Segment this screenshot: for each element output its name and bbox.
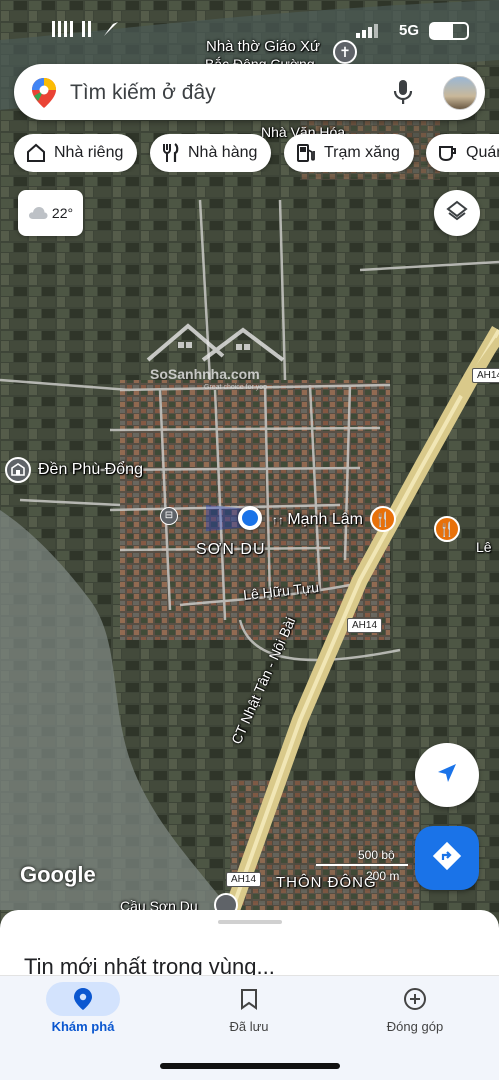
- chip-gas-station[interactable]: Trạm xăng: [284, 134, 414, 172]
- restaurant-pin-icon-2[interactable]: 🍴: [434, 516, 460, 542]
- clock-digits: [52, 21, 118, 37]
- status-time: [52, 18, 126, 46]
- bottom-sheet[interactable]: Tin mới nhất trong vùng...: [0, 910, 499, 980]
- nav-explore[interactable]: Khám phá: [0, 976, 166, 1046]
- restaurant-icon: [162, 143, 180, 163]
- layers-button[interactable]: [434, 190, 480, 236]
- google-logo: Google: [20, 862, 96, 887]
- scale-metric: 200 m: [366, 869, 400, 883]
- nav-contribute-label: Đóng góp: [386, 1019, 444, 1034]
- restaurant-name: Mạnh Lâm: [287, 511, 363, 528]
- watermark-logo: SoSanhnha.com Great choice for you: [138, 320, 288, 395]
- signal-icon: [356, 24, 380, 43]
- home-indicator[interactable]: [160, 1063, 340, 1069]
- road-shield-2[interactable]: AH14: [347, 618, 383, 633]
- nav-contribute[interactable]: Đóng góp: [332, 976, 498, 1046]
- cloud-icon: [28, 206, 48, 220]
- road-shield-3[interactable]: AH14: [226, 872, 262, 887]
- nav-explore-label: Khám phá: [51, 1019, 115, 1034]
- watermark-text: SoSanhnha.com: [150, 366, 260, 382]
- cafe-icon: [438, 143, 458, 163]
- scale-bar: [316, 864, 408, 866]
- map-label-commune: SƠN DU: [196, 541, 266, 558]
- mic-icon[interactable]: [393, 79, 413, 110]
- map-label-restaurant[interactable]: ↑↑ Mạnh Lâm: [272, 511, 363, 529]
- scale-imperial: 500 bộ: [358, 848, 395, 862]
- house-logo-icon: [146, 323, 285, 362]
- search-placeholder[interactable]: Tìm kiếm ở đây: [70, 81, 216, 105]
- chip-home[interactable]: Nhà riêng: [14, 134, 138, 172]
- status-bar: 5G: [0, 0, 499, 46]
- directions-icon: [432, 841, 462, 876]
- map-scale[interactable]: 500 bộ 200 m: [316, 848, 408, 888]
- search-bar[interactable]: Tìm kiếm ở đây: [14, 64, 485, 120]
- category-chips: Nhà riêng Nhà hàng Trạm xăng Quán: [14, 134, 499, 172]
- bookmark-icon: [212, 982, 286, 1016]
- map-label-right-edge: Lê: [476, 539, 492, 555]
- layers-icon: [445, 199, 469, 228]
- sheet-handle[interactable]: [218, 920, 282, 924]
- add-circle-icon: [378, 982, 452, 1016]
- chip-label: Nhà hàng: [188, 144, 258, 161]
- watermark-tagline: Great choice for you: [204, 384, 268, 391]
- chip-label: Quán: [466, 144, 499, 161]
- gas-station-icon: [296, 143, 316, 163]
- road-shield-1[interactable]: AH14: [472, 368, 499, 383]
- battery-icon: [429, 22, 469, 40]
- weather-temp: 22°: [51, 205, 74, 221]
- nav-saved-label: Đã lưu: [229, 1019, 269, 1034]
- weather-badge[interactable]: 22°: [18, 190, 83, 236]
- home-icon: [26, 143, 46, 163]
- chip-restaurants[interactable]: Nhà hàng: [150, 134, 272, 172]
- chip-label: Trạm xăng: [324, 144, 400, 161]
- navigation-arrow-icon: [435, 761, 459, 790]
- restaurant-pin-icon[interactable]: 🍴: [370, 506, 396, 532]
- my-location-button[interactable]: [415, 743, 479, 807]
- current-location-dot[interactable]: [238, 506, 262, 530]
- temple-icon[interactable]: [5, 457, 31, 483]
- nav-saved[interactable]: Đã lưu: [166, 976, 332, 1046]
- explore-pin-icon: [46, 982, 120, 1016]
- chip-cafe[interactable]: Quán: [426, 134, 499, 172]
- avatar[interactable]: [443, 76, 477, 110]
- bus-stop-icon[interactable]: ⊟: [160, 507, 178, 525]
- maps-pin-icon: [32, 78, 56, 113]
- directions-button[interactable]: [415, 826, 479, 890]
- network-type: 5G: [398, 22, 419, 39]
- map-label-temple[interactable]: Đền Phù Đổng: [38, 461, 143, 479]
- chip-label: Nhà riêng: [54, 144, 124, 161]
